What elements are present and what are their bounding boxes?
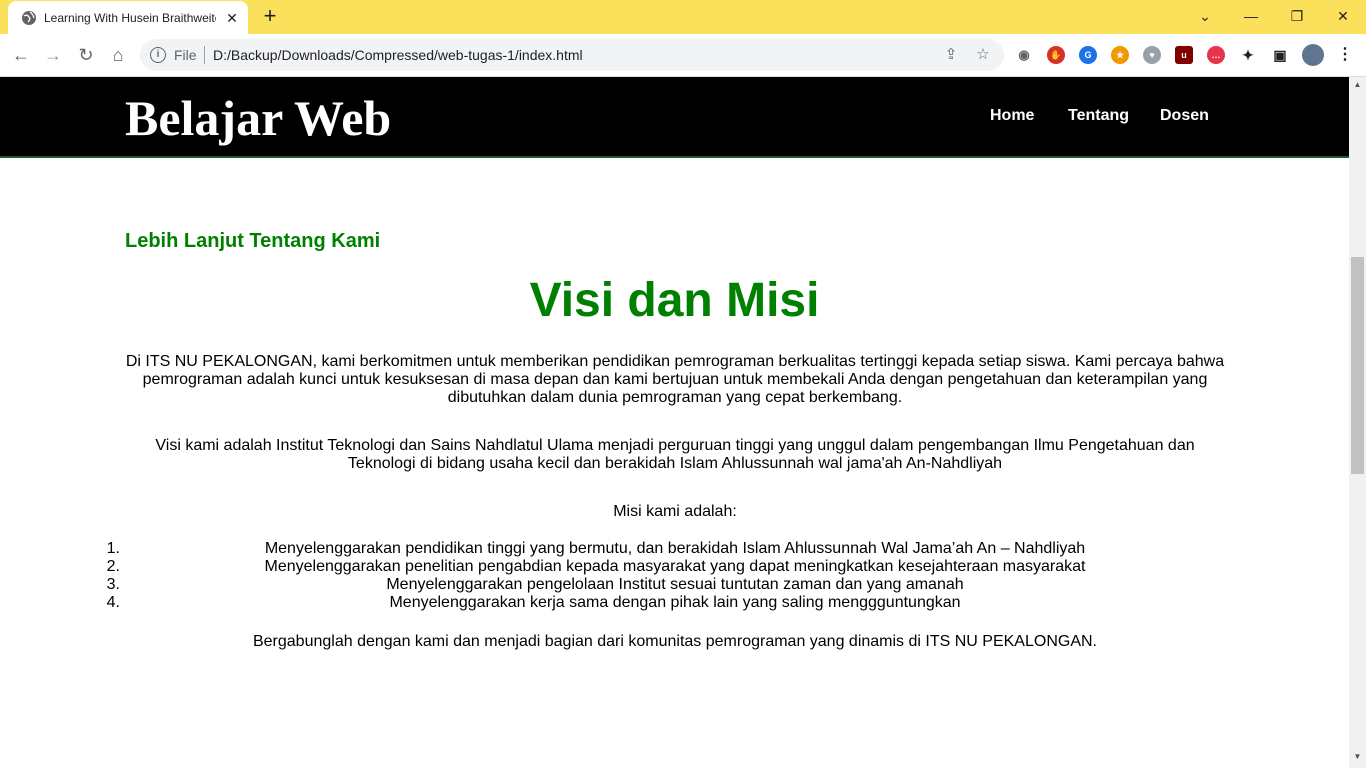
browser-toolbar: ← → ↻ ⌂ i File D:/Backup/Downloads/Compr… xyxy=(0,34,1366,77)
list-number: 2. xyxy=(106,558,120,575)
reload-icon[interactable]: ↻ xyxy=(74,43,98,67)
intro-paragraph: Di ITS NU PEKALONGAN, kami berkomitmen u… xyxy=(125,353,1225,406)
share-icon[interactable]: ⇪ xyxy=(942,46,960,64)
list-item-text: Menyelenggarakan kerja sama dengan pihak… xyxy=(389,594,961,611)
site-header: Belajar Web Home Tentang Dosen xyxy=(0,77,1349,158)
address-bar[interactable]: i File D:/Backup/Downloads/Compressed/we… xyxy=(140,39,1004,71)
tab-search-icon[interactable]: ⌄ xyxy=(1193,6,1217,26)
closing-paragraph: Bergabunglah dengan kami dan menjadi bag… xyxy=(252,633,1097,650)
tab-close-icon[interactable]: ✕ xyxy=(223,9,241,27)
list-item: 4. Menyelenggarakan kerja sama dengan pi… xyxy=(100,594,1250,612)
minimize-button[interactable]: — xyxy=(1239,6,1263,26)
list-item-text: Menyelenggarakan penelitian pengabdian k… xyxy=(264,558,1086,575)
nav-home[interactable]: Home xyxy=(990,107,1034,125)
star-icon[interactable]: ☆ xyxy=(974,46,992,64)
page-title: Visi dan Misi xyxy=(529,274,820,327)
profile-avatar[interactable] xyxy=(1302,44,1324,66)
tab-title: Learning With Husein Braithweite xyxy=(44,11,216,25)
section-subtitle: Lebih Lanjut Tentang Kami xyxy=(125,230,381,252)
scrollbar-thumb[interactable] xyxy=(1351,257,1364,474)
extensions-icon[interactable]: ✦ xyxy=(1239,46,1257,64)
site-logo[interactable]: Belajar Web xyxy=(125,89,391,147)
menu-icon[interactable]: ⋮ xyxy=(1336,46,1354,64)
nav-tentang[interactable]: Tentang xyxy=(1068,107,1129,125)
page-viewport: Belajar Web Home Tentang Dosen Lebih Lan… xyxy=(0,77,1349,768)
info-icon[interactable]: i xyxy=(150,47,166,63)
list-number: 1. xyxy=(106,540,120,557)
back-icon[interactable]: ← xyxy=(9,43,33,67)
list-item: 3. Menyelenggarakan pengelolaan Institut… xyxy=(100,576,1250,594)
tab-strip: Learning With Husein Braithweite ✕ + ⌄ —… xyxy=(0,0,1366,34)
side-panel-icon[interactable]: ▣ xyxy=(1271,46,1289,64)
scroll-down-icon[interactable]: ▼ xyxy=(1351,752,1364,762)
forward-icon[interactable]: → xyxy=(41,43,65,67)
translate-extension-icon[interactable]: G xyxy=(1079,46,1097,64)
close-window-button[interactable]: ✕ xyxy=(1331,6,1355,26)
globe-icon xyxy=(22,11,36,25)
user-extension-icon[interactable]: ★ xyxy=(1111,46,1129,64)
url-text[interactable]: D:/Backup/Downloads/Compressed/web-tugas… xyxy=(213,47,583,63)
nav-dosen[interactable]: Dosen xyxy=(1160,107,1209,125)
shield-extension-icon[interactable]: ♥ xyxy=(1143,46,1161,64)
list-item: 2. Menyelenggarakan penelitian pengabdia… xyxy=(100,558,1250,576)
new-tab-button[interactable]: + xyxy=(258,5,282,28)
adblock-extension-icon[interactable]: ✋ xyxy=(1047,46,1065,64)
list-item: 1. Menyelenggarakan pendidikan tinggi ya… xyxy=(100,540,1250,558)
misi-list: 1. Menyelenggarakan pendidikan tinggi ya… xyxy=(100,540,1250,612)
omnibox-divider xyxy=(204,46,205,64)
list-item-text: Menyelenggarakan pengelolaan Institut se… xyxy=(386,576,964,593)
list-item-text: Menyelenggarakan pendidikan tinggi yang … xyxy=(264,540,1086,557)
scroll-up-icon[interactable]: ▲ xyxy=(1351,80,1364,90)
visi-paragraph: Visi kami adalah Institut Teknologi dan … xyxy=(155,437,1195,472)
url-scheme-label: File xyxy=(174,47,197,63)
list-number: 3. xyxy=(106,576,120,593)
ublock-extension-icon[interactable]: u xyxy=(1175,46,1193,64)
chat-extension-icon[interactable]: … xyxy=(1207,46,1225,64)
home-icon[interactable]: ⌂ xyxy=(106,43,130,67)
camera-icon[interactable]: ◉ xyxy=(1015,46,1033,64)
misi-heading: Misi kami adalah: xyxy=(613,503,737,520)
list-number: 4. xyxy=(106,594,120,611)
browser-tab[interactable]: Learning With Husein Braithweite ✕ xyxy=(8,1,248,34)
maximize-button[interactable]: ❐ xyxy=(1285,6,1309,26)
